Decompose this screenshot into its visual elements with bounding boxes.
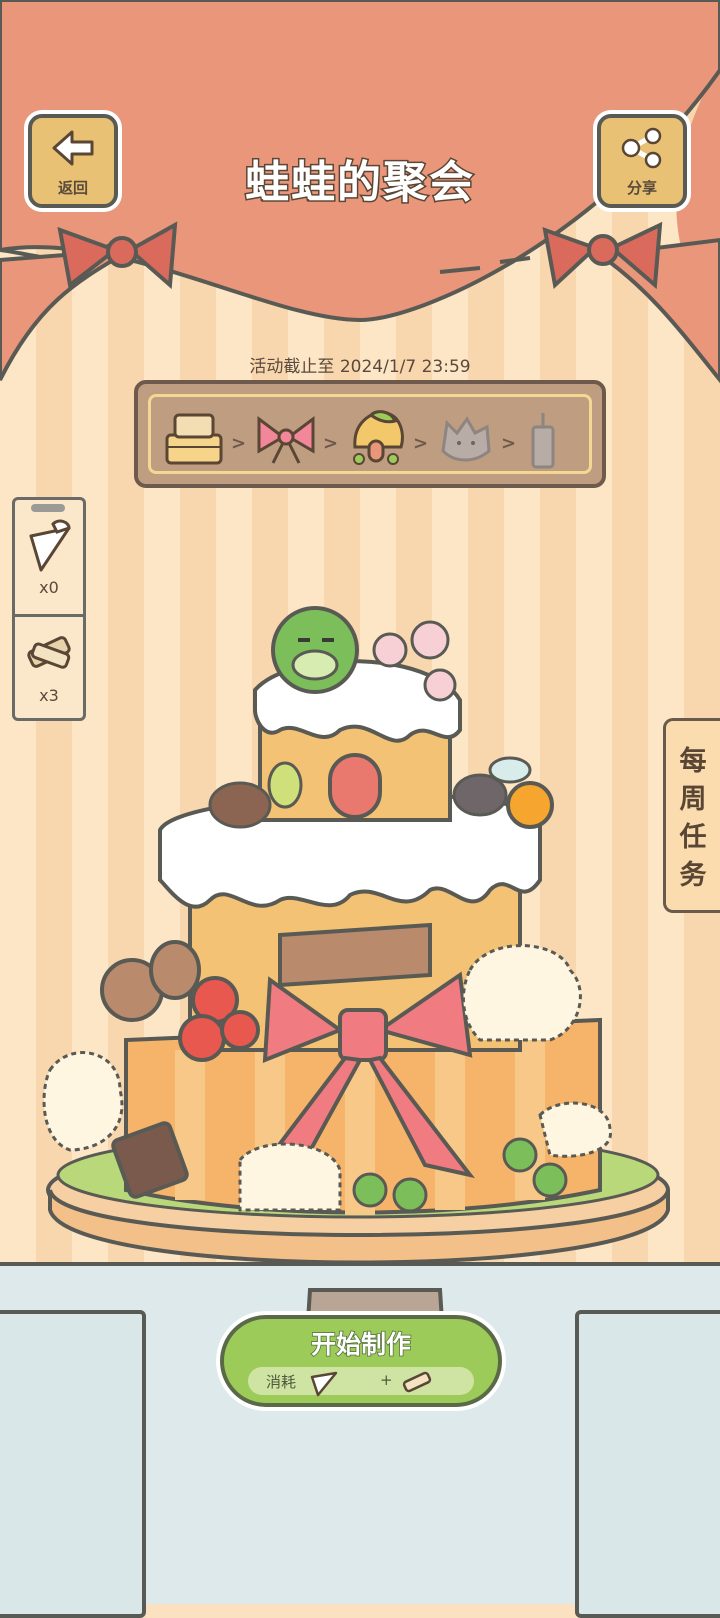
- event-deadline: 活动截止至 2024/1/7 23:59: [249, 357, 471, 377]
- start-making-button[interactable]: 开始制作 消耗 +: [220, 1315, 502, 1407]
- icing-bag-cost-icon: [310, 1371, 338, 1397]
- back-arrow-icon: [52, 130, 94, 166]
- cost-bar: 消耗 +: [248, 1367, 474, 1397]
- cake-base-stage-icon: [165, 413, 223, 465]
- party-cake-illustration: [42, 606, 670, 1330]
- share-label: 分享: [626, 179, 657, 197]
- back-button[interactable]: 返回: [28, 114, 118, 208]
- cost-plus: +: [380, 1371, 393, 1389]
- stage-progress-bar: > > > >: [134, 380, 606, 488]
- cat-stage-icon: [441, 416, 491, 462]
- cabinet-door-right: [575, 1310, 720, 1618]
- share-icon: [621, 127, 662, 169]
- frog-character: [271, 606, 359, 694]
- ribbon-bow-stage-icon: [257, 416, 315, 464]
- cost-label: 消耗: [266, 1373, 297, 1391]
- mushroom-house-stage-icon: [353, 410, 404, 465]
- cabinet-door-left: [0, 1310, 146, 1618]
- start-making-label: 开始制作: [310, 1329, 412, 1360]
- share-button[interactable]: 分享: [597, 114, 687, 208]
- back-label: 返回: [57, 179, 88, 197]
- icing-bag-icon[interactable]: [23, 518, 75, 574]
- candle-stage-icon: [531, 413, 555, 469]
- material-bundle-cost-icon: [402, 1371, 432, 1393]
- inventory-handle: [31, 504, 65, 512]
- curtain-bow-right: [542, 221, 663, 290]
- weekly-tasks-label: 每周任务: [679, 746, 707, 891]
- page-title: 蛙蛙的聚会: [244, 156, 475, 210]
